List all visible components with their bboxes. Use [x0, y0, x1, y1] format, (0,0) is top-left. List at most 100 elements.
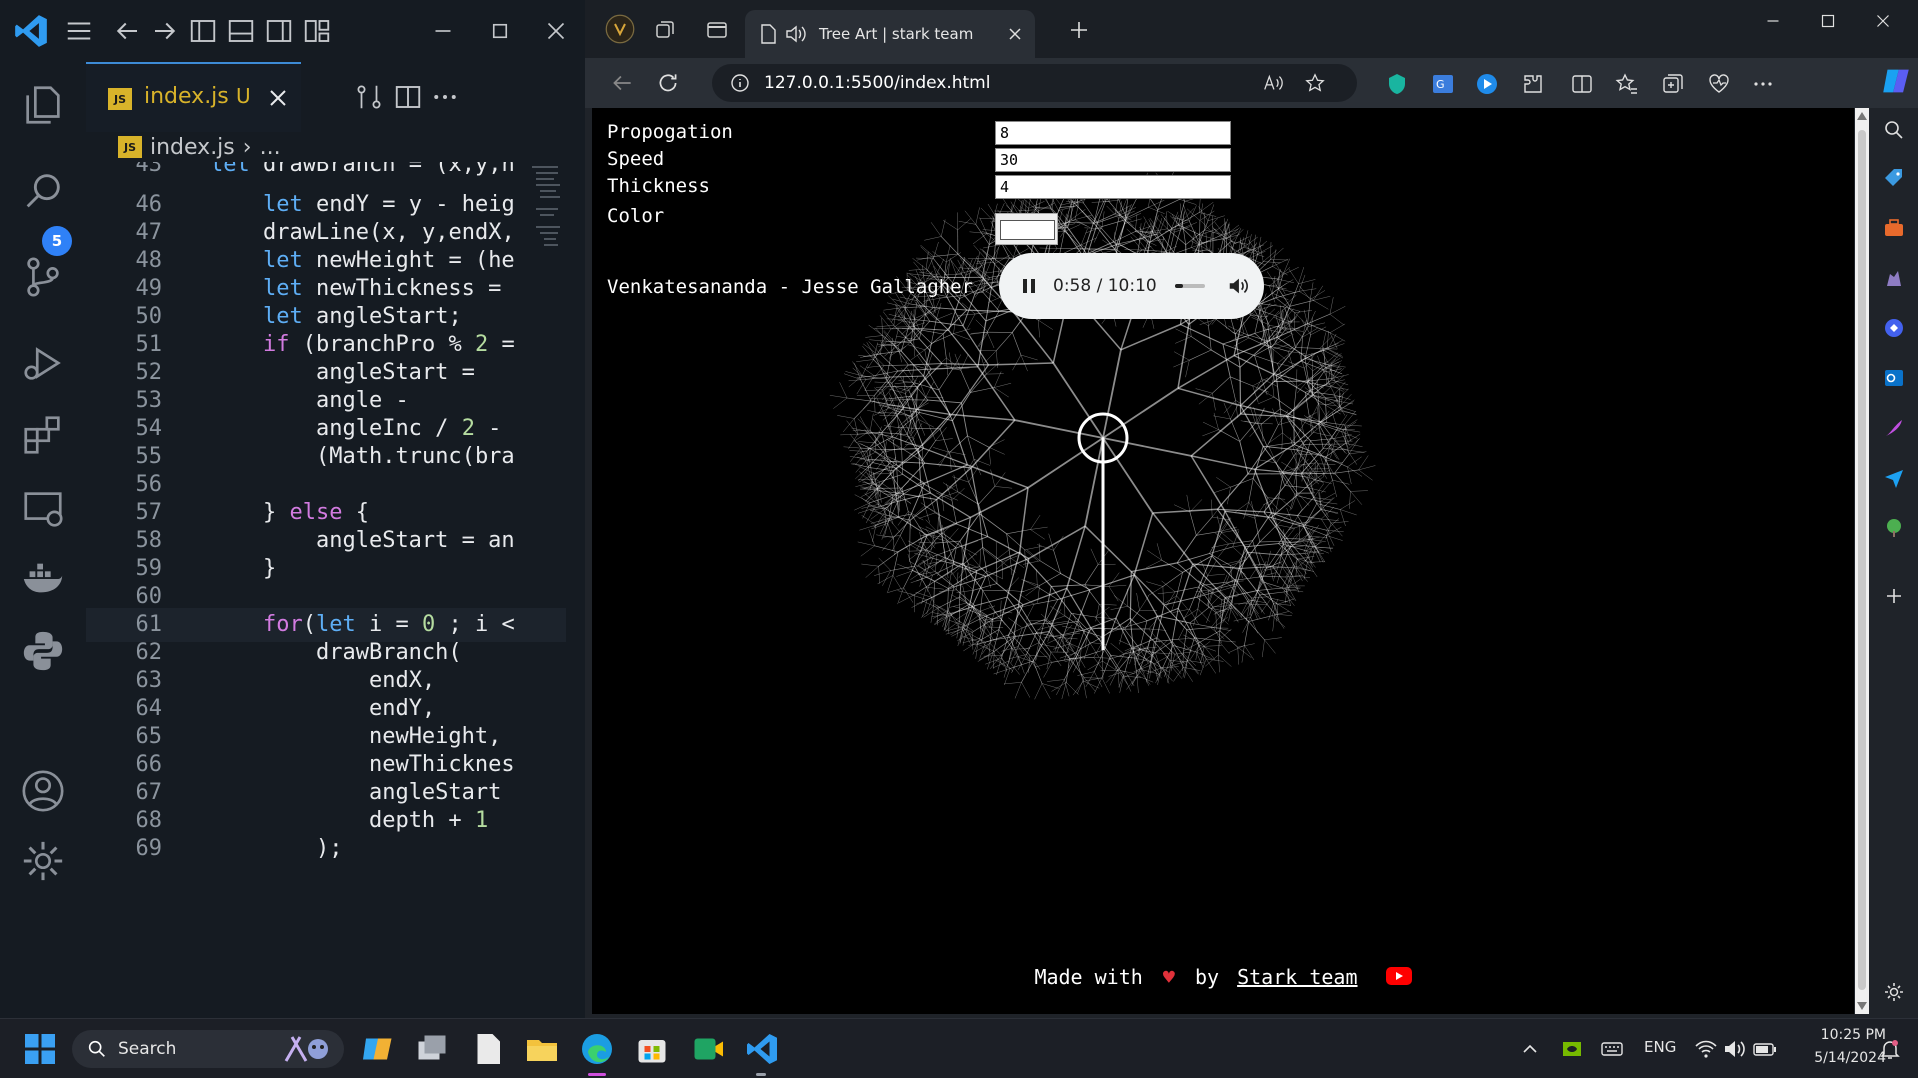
thickness-input[interactable]: 4: [995, 175, 1231, 199]
remote-explorer-icon[interactable]: [20, 486, 66, 532]
search-icon[interactable]: [1882, 118, 1906, 142]
breadcrumb[interactable]: JS index.js › ...: [118, 132, 281, 162]
task-view-icon[interactable]: [414, 1031, 450, 1067]
minimize-icon[interactable]: [1762, 10, 1784, 32]
close-window-icon[interactable]: [1872, 10, 1894, 32]
toggle-secondary-sidebar-icon[interactable]: [264, 16, 294, 46]
refresh-icon[interactable]: [655, 70, 681, 96]
battery-icon[interactable]: [1752, 1037, 1778, 1061]
maximize-icon[interactable]: [1817, 10, 1839, 32]
more-actions-icon[interactable]: [430, 82, 460, 112]
taskbar-search-box[interactable]: Search: [72, 1030, 344, 1068]
close-window-icon[interactable]: [541, 16, 571, 46]
profile-avatar-icon[interactable]: [605, 14, 635, 44]
clock-date[interactable]: 5/14/2024: [1800, 1050, 1886, 1066]
search-icon[interactable]: [20, 168, 66, 214]
explorer-icon[interactable]: [20, 82, 66, 128]
microsoft-store-icon[interactable]: [634, 1031, 670, 1067]
clock-time[interactable]: 10:25 PM: [1800, 1027, 1886, 1043]
back-icon[interactable]: [609, 70, 635, 96]
media-extension-icon[interactable]: [1475, 72, 1499, 96]
open-changes-icon[interactable]: [354, 82, 384, 112]
add-sidebar-icon[interactable]: [1882, 584, 1906, 608]
page-scrollbar[interactable]: [1855, 108, 1869, 1014]
docker-icon[interactable]: [20, 556, 66, 602]
minimize-icon[interactable]: [428, 16, 458, 46]
meet-app-icon[interactable]: [690, 1031, 726, 1067]
games-icon[interactable]: [1882, 266, 1906, 290]
pause-icon[interactable]: [1019, 276, 1039, 296]
shopping-tag-icon[interactable]: [1882, 166, 1906, 190]
customize-layout-icon[interactable]: [302, 16, 332, 46]
keyboard-icon[interactable]: [1600, 1037, 1624, 1061]
code-line[interactable]: 43 let drawBranch = (x,y,h: [86, 162, 566, 182]
speed-input[interactable]: 30: [995, 148, 1231, 172]
nvidia-icon[interactable]: [1560, 1037, 1584, 1061]
send-icon[interactable]: [1882, 466, 1906, 490]
tree-extension-icon[interactable]: [1882, 516, 1906, 540]
maximize-icon[interactable]: [485, 16, 515, 46]
tab-index-js[interactable]: JS index.js U: [86, 62, 301, 132]
extensions-icon[interactable]: [20, 412, 66, 458]
split-editor-icon[interactable]: [393, 82, 423, 112]
notepad-icon[interactable]: [470, 1031, 506, 1067]
extensions-icon[interactable]: [1521, 72, 1545, 96]
wifi-icon[interactable]: [1694, 1037, 1718, 1061]
edge-taskbar-icon[interactable]: [579, 1031, 615, 1067]
settings-gear-icon[interactable]: [20, 838, 66, 884]
propogation-input[interactable]: 8: [995, 121, 1231, 145]
stark-team-link[interactable]: Stark team: [1237, 965, 1357, 989]
tools-icon[interactable]: [1882, 216, 1906, 240]
audio-player[interactable]: 0:58 / 10:10: [999, 253, 1264, 319]
youtube-icon[interactable]: [1385, 966, 1412, 986]
toggle-primary-sidebar-icon[interactable]: [188, 16, 218, 46]
favorite-star-icon[interactable]: [1304, 72, 1326, 94]
read-aloud-icon[interactable]: [1262, 72, 1284, 94]
copilot-taskbar-icon[interactable]: [360, 1031, 396, 1067]
sidebar-settings-icon[interactable]: [1882, 980, 1906, 1004]
audio-playing-icon[interactable]: [785, 24, 807, 44]
settings-more-icon[interactable]: [1751, 72, 1775, 96]
forward-arrow-icon[interactable]: [150, 16, 180, 46]
url-text[interactable]: 127.0.0.1:5500/index.html: [764, 73, 990, 93]
language-indicator[interactable]: ENG: [1644, 1038, 1676, 1056]
address-bar[interactable]: 127.0.0.1:5500/index.html: [712, 64, 1357, 102]
close-tab-icon[interactable]: [266, 86, 290, 110]
copilot-sidebar-icon[interactable]: [1882, 316, 1906, 340]
menu-icon[interactable]: [64, 16, 94, 46]
source-control-icon[interactable]: [20, 254, 66, 300]
site-info-icon[interactable]: [730, 73, 750, 93]
code-line[interactable]: 69 );: [86, 832, 566, 866]
show-hidden-icons-icon[interactable]: [1520, 1039, 1540, 1059]
vscode-taskbar-icon[interactable]: [744, 1031, 780, 1067]
run-debug-icon[interactable]: [20, 340, 66, 386]
color-picker[interactable]: [995, 213, 1058, 245]
windows-start-icon[interactable]: [22, 1031, 58, 1067]
breadcrumb-file[interactable]: index.js: [150, 135, 235, 160]
breadcrumb-rest[interactable]: ...: [260, 135, 281, 160]
accounts-icon[interactable]: [20, 768, 66, 814]
close-tab-icon[interactable]: [1007, 26, 1023, 42]
outlook-icon[interactable]: [1882, 366, 1906, 390]
collections-icon[interactable]: [1661, 72, 1685, 96]
minimap[interactable]: [530, 162, 570, 322]
file-explorer-icon[interactable]: [524, 1031, 560, 1067]
tab-tree-art[interactable]: Tree Art | stark team: [745, 10, 1035, 58]
volume-icon[interactable]: [1227, 275, 1249, 297]
back-arrow-icon[interactable]: [112, 16, 142, 46]
copilot-icon[interactable]: [1879, 64, 1913, 98]
python-icon[interactable]: [20, 628, 66, 674]
audio-seek-bar[interactable]: [1174, 284, 1205, 288]
volume-icon[interactable]: [1722, 1037, 1746, 1061]
code-editor[interactable]: 43 let drawBranch = (x,y,h 46 let endY = y…: [86, 162, 566, 1018]
notification-bell-icon[interactable]: [1878, 1037, 1902, 1061]
vertical-tabs-icon[interactable]: [705, 18, 729, 42]
designer-icon[interactable]: [1882, 416, 1906, 440]
new-tab-icon[interactable]: [1067, 18, 1091, 42]
favorites-icon[interactable]: [1615, 72, 1639, 96]
toggle-panel-icon[interactable]: [226, 16, 256, 46]
split-screen-icon[interactable]: [1570, 72, 1594, 96]
workspaces-icon[interactable]: [653, 18, 677, 42]
browser-health-icon[interactable]: [1707, 72, 1731, 96]
translate-extension-icon[interactable]: G: [1431, 72, 1455, 96]
